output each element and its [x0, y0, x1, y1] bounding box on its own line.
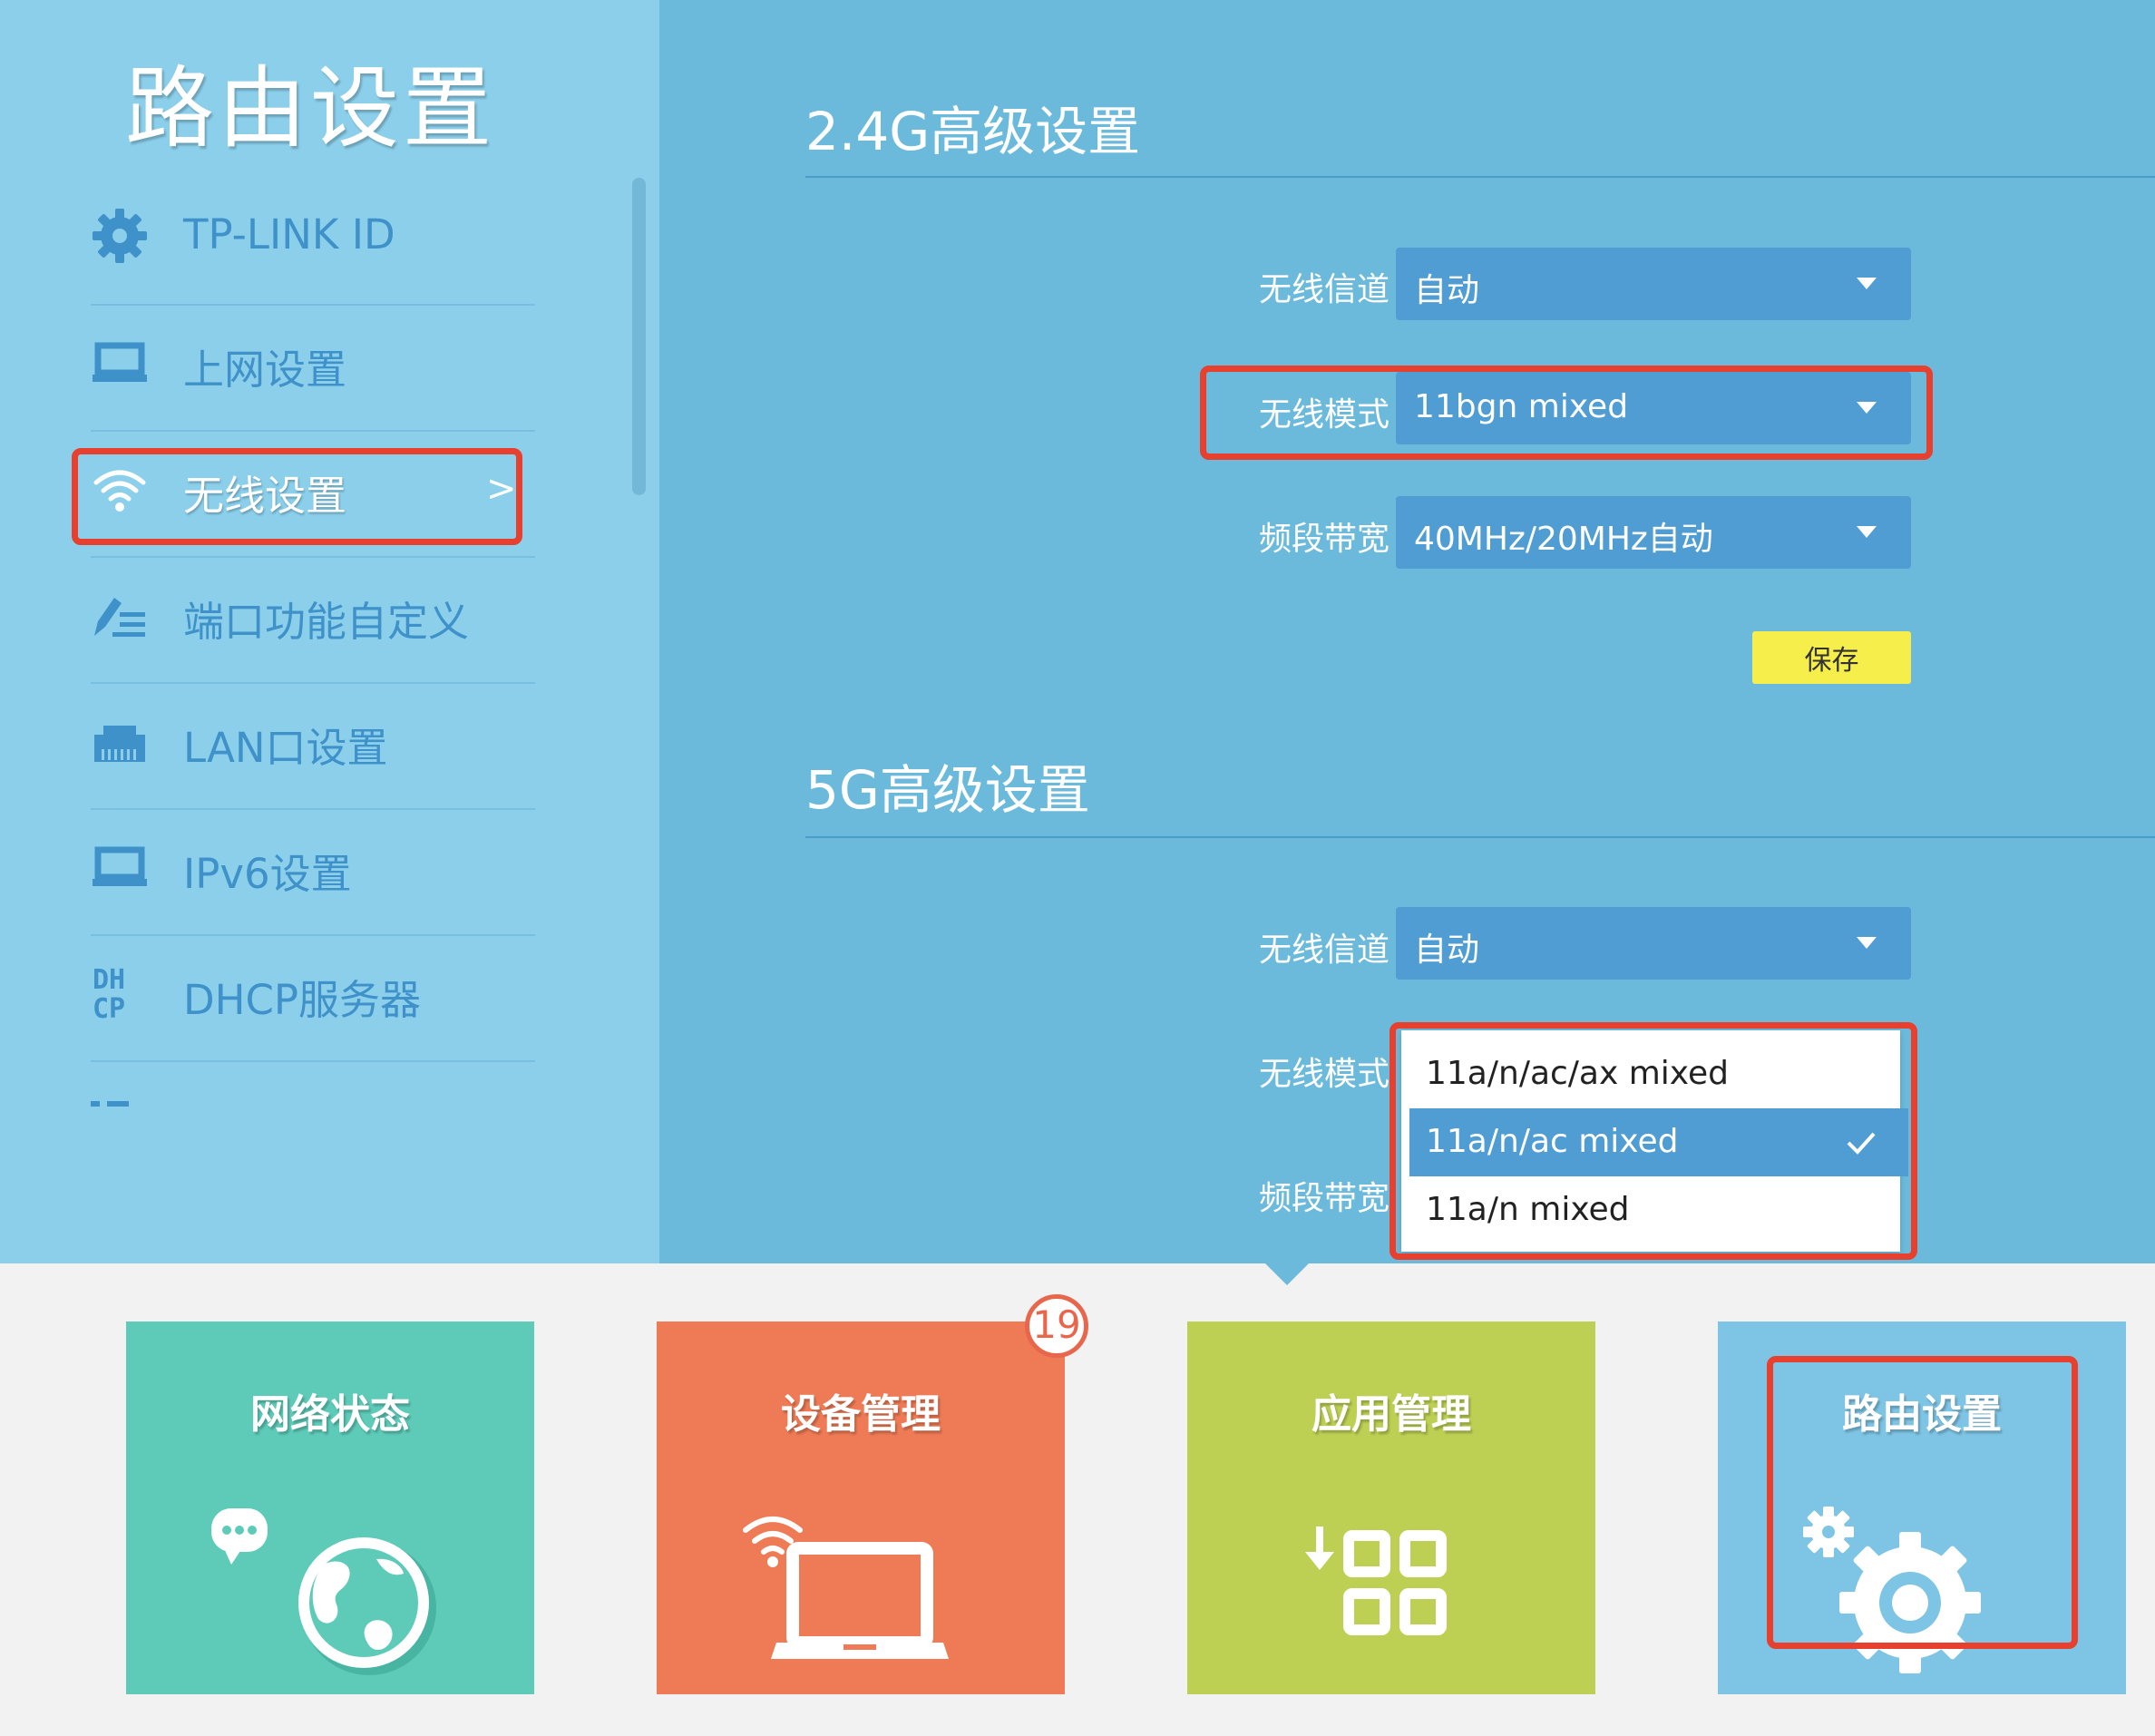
tile-network-status[interactable]: 网络状态: [126, 1322, 534, 1694]
highlight-box: [72, 448, 522, 545]
sidebar-item-port-custom[interactable]: 端口功能自定义: [91, 556, 535, 684]
highlight-box: [1390, 1022, 1917, 1260]
sidebar-title: 路由设置: [125, 57, 496, 161]
select-value: 40MHz/20MHz自动: [1414, 521, 1713, 558]
active-tile-pointer: [1265, 1263, 1309, 1285]
sidebar-item-label: TP-LINK ID: [183, 210, 395, 258]
field-label-channel: 无线信道: [1258, 271, 1390, 308]
select-value: 自动: [1414, 931, 1480, 969]
monitor-icon: [93, 846, 147, 886]
section-title-24g: 2.4G高级设置: [805, 101, 1141, 162]
laptop-wifi-icon: [743, 1517, 949, 1659]
monitor-icon: [93, 342, 147, 382]
lan-port-icon: [94, 726, 145, 762]
svg-text:DH: DH: [93, 964, 125, 996]
section-divider: [805, 836, 2155, 838]
sidebar-item-dhcp-server[interactable]: DH CP DHCP服务器: [91, 934, 535, 1062]
partial-icon: [91, 1101, 129, 1107]
highlight-box: [1200, 366, 1933, 460]
tile-label: 网络状态: [250, 1391, 410, 1438]
section-divider: [805, 176, 2155, 178]
sidebar-scrollbar[interactable]: [632, 178, 646, 495]
tile-device-management[interactable]: 设备管理: [657, 1322, 1065, 1694]
sidebar: 路由设置 TP-LINK ID 上网设置 无线设置 > 端口功能自定义 LAN口…: [0, 0, 659, 1263]
apps-grid-icon: [1305, 1526, 1447, 1635]
field-label-bandwidth: 频段带宽: [1258, 521, 1390, 558]
save-button[interactable]: 保存: [1752, 631, 1911, 684]
field-label-mode: 无线模式: [1258, 1056, 1390, 1093]
channel-select-24g[interactable]: 自动: [1396, 248, 1911, 320]
highlight-box: [1767, 1356, 2078, 1649]
select-value: 自动: [1414, 272, 1480, 309]
dropdown-arrow-icon: [1857, 937, 1877, 949]
router-settings-panel: 路由设置 TP-LINK ID 上网设置 无线设置 > 端口功能自定义 LAN口…: [0, 0, 2155, 1263]
tile-label: 应用管理: [1312, 1391, 1471, 1438]
sidebar-item-label: IPv6设置: [183, 850, 352, 898]
main-content: 2.4G高级设置 无线信道 自动 无线模式 11bgn mixed 频段带宽 4…: [659, 0, 2155, 1263]
globe-chat-icon: [211, 1508, 436, 1675]
section-title-5g: 5G高级设置: [805, 759, 1090, 821]
tile-label: 设备管理: [781, 1391, 941, 1438]
field-label-channel: 无线信道: [1258, 931, 1390, 969]
svg-text:CP: CP: [93, 993, 125, 1021]
tile-app-management[interactable]: 应用管理: [1187, 1322, 1595, 1694]
gear-icon: [93, 209, 147, 263]
sidebar-item-label: 端口功能自定义: [183, 598, 470, 646]
sidebar-item-lan-settings[interactable]: LAN口设置: [91, 682, 535, 810]
dropdown-arrow-icon: [1857, 278, 1877, 289]
sidebar-item-ipv6-settings[interactable]: IPv6设置: [91, 808, 535, 936]
notification-badge: 19: [1025, 1294, 1088, 1358]
sidebar-item-label: DHCP服务器: [183, 976, 422, 1024]
sidebar-item-label: 上网设置: [183, 346, 347, 394]
dhcp-icon: DH CP: [93, 964, 125, 1021]
sidebar-item-tplink-id[interactable]: TP-LINK ID: [91, 178, 535, 306]
sidebar-item-label: LAN口设置: [183, 724, 388, 772]
sidebar-item-internet-settings[interactable]: 上网设置: [91, 304, 535, 432]
bandwidth-select-24g[interactable]: 40MHz/20MHz自动: [1396, 496, 1911, 569]
pen-list-icon: [94, 598, 145, 637]
dropdown-arrow-icon: [1857, 526, 1877, 538]
channel-select-5g[interactable]: 自动: [1396, 907, 1911, 980]
field-label-bandwidth: 频段带宽: [1258, 1180, 1390, 1217]
